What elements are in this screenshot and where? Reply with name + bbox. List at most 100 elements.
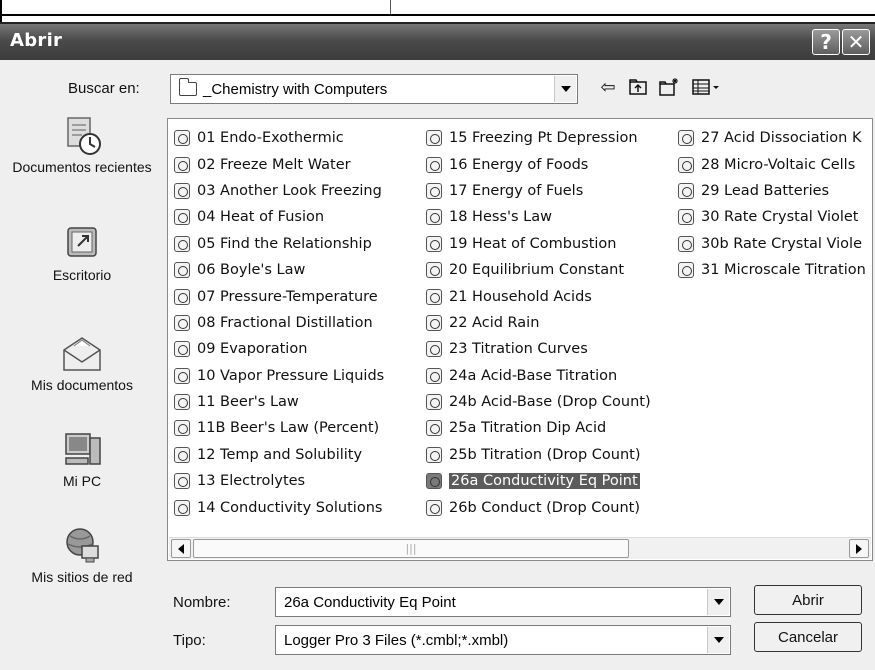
list-item[interactable]: 16 Energy of Foods bbox=[426, 151, 651, 177]
list-item[interactable]: 09 Evaporation bbox=[174, 336, 384, 362]
list-item[interactable]: 03 Another Look Freezing bbox=[174, 178, 384, 204]
filename-value: 26a Conductivity Eq Point bbox=[284, 594, 456, 611]
list-item[interactable]: 04 Heat of Fusion bbox=[174, 204, 384, 230]
list-item[interactable]: 13 Electrolytes bbox=[174, 468, 384, 494]
open-file-dialog: Abrir ? ✕ Buscar en: _Chemistry with Com… bbox=[0, 22, 875, 670]
list-item[interactable]: 24b Acid-Base (Drop Count) bbox=[426, 389, 651, 415]
file-name: 09 Evaporation bbox=[197, 341, 308, 358]
file-name: 19 Heat of Combustion bbox=[449, 235, 617, 252]
chevron-left-icon bbox=[178, 543, 184, 554]
list-item[interactable]: 07 Pressure-Temperature bbox=[174, 283, 384, 309]
place-label-recent: Documentos recientes bbox=[12, 159, 152, 175]
close-button[interactable]: ✕ bbox=[842, 29, 870, 55]
lookin-dropdown-button[interactable] bbox=[554, 76, 576, 102]
help-button[interactable]: ? bbox=[812, 29, 840, 55]
view-menu-svg bbox=[692, 79, 719, 95]
scroll-thumb[interactable]: ||| bbox=[193, 539, 629, 558]
list-item[interactable]: 01 Endo-Exothermic bbox=[174, 125, 384, 151]
cancel-button-label: Cancelar bbox=[777, 628, 839, 646]
lookin-combo[interactable]: _Chemistry with Computers bbox=[170, 74, 578, 104]
logger-pro-file-icon bbox=[426, 182, 442, 199]
list-item[interactable]: 30 Rate Crystal Violet bbox=[678, 204, 872, 230]
filename-combo[interactable]: 26a Conductivity Eq Point bbox=[275, 587, 731, 617]
scroll-left-button[interactable] bbox=[171, 539, 191, 558]
logger-pro-file-icon bbox=[174, 394, 190, 411]
logger-pro-file-icon bbox=[678, 182, 694, 199]
my-documents-icon bbox=[60, 332, 104, 372]
list-item[interactable]: 05 Find the Relationship bbox=[174, 231, 384, 257]
list-item[interactable]: 11 Beer's Law bbox=[174, 389, 384, 415]
list-item[interactable]: 17 Energy of Fuels bbox=[426, 178, 651, 204]
list-item[interactable]: 28 Micro-Voltaic Cells bbox=[678, 151, 872, 177]
list-item[interactable]: 12 Temp and Solubility bbox=[174, 442, 384, 468]
list-item[interactable]: 31 Microscale Titration bbox=[678, 257, 872, 283]
file-name: 11 Beer's Law bbox=[197, 394, 299, 411]
file-column-2: 15 Freezing Pt Depression 16 Energy of F… bbox=[426, 125, 651, 521]
list-item[interactable]: 18 Hess's Law bbox=[426, 204, 651, 230]
file-name: 25a Titration Dip Acid bbox=[449, 420, 607, 437]
place-desktop[interactable]: Escritorio bbox=[6, 222, 158, 284]
place-label-network: Mis sitios de red bbox=[31, 569, 133, 585]
list-item[interactable]: 20 Equilibrium Constant bbox=[426, 257, 651, 283]
open-button[interactable]: Abrir bbox=[754, 585, 862, 615]
file-name: 30b Rate Crystal Viole bbox=[701, 235, 863, 252]
place-my-documents[interactable]: Mis documentos bbox=[6, 332, 158, 394]
up-folder-icon[interactable] bbox=[627, 77, 649, 99]
file-name: 25b Titration (Drop Count) bbox=[449, 446, 641, 463]
place-recent-documents[interactable]: Documentos recientes bbox=[6, 114, 158, 176]
logger-pro-file-icon bbox=[426, 130, 442, 147]
back-icon[interactable]: ⇦ bbox=[597, 77, 619, 99]
file-name: 26b Conduct (Drop Count) bbox=[449, 499, 640, 516]
filename-label: Nombre: bbox=[173, 594, 231, 611]
view-menu-icon[interactable] bbox=[690, 77, 724, 99]
list-item[interactable]: 22 Acid Rain bbox=[426, 310, 651, 336]
chevron-down-icon bbox=[560, 86, 571, 92]
background-edge-bar bbox=[0, 14, 875, 16]
place-network[interactable]: Mis sitios de red bbox=[6, 524, 158, 586]
cancel-button[interactable]: Cancelar bbox=[754, 622, 862, 652]
logger-pro-file-icon bbox=[426, 262, 442, 279]
recent-documents-icon bbox=[60, 114, 104, 155]
new-folder-icon[interactable] bbox=[658, 77, 680, 99]
list-item[interactable]: 29 Lead Batteries bbox=[678, 178, 872, 204]
list-item[interactable]: 14 Conductivity Solutions bbox=[174, 494, 384, 520]
desktop-icon bbox=[60, 222, 104, 262]
filetype-combo[interactable]: Logger Pro 3 Files (*.cmbl;*.xmbl) bbox=[275, 625, 731, 655]
logger-pro-file-icon bbox=[174, 182, 190, 199]
list-item[interactable]: 08 Fractional Distillation bbox=[174, 310, 384, 336]
list-item[interactable]: 26b Conduct (Drop Count) bbox=[426, 494, 651, 520]
place-my-computer[interactable]: Mi PC bbox=[6, 428, 158, 490]
logger-pro-file-icon bbox=[426, 499, 442, 516]
title-bar[interactable]: Abrir ? ✕ bbox=[0, 22, 875, 60]
file-list[interactable]: 01 Endo-Exothermic 02 Freeze Melt Water … bbox=[167, 118, 873, 561]
list-item[interactable]: 11B Beer's Law (Percent) bbox=[174, 415, 384, 441]
list-item[interactable]: 23 Titration Curves bbox=[426, 336, 651, 362]
logger-pro-file-icon bbox=[426, 367, 442, 384]
list-item[interactable]: 25a Titration Dip Acid bbox=[426, 415, 651, 441]
list-item[interactable]: 10 Vapor Pressure Liquids bbox=[174, 363, 384, 389]
logger-pro-file-icon bbox=[174, 262, 190, 279]
my-computer-icon bbox=[60, 428, 104, 468]
list-item-selected[interactable]: 26a Conductivity Eq Point bbox=[426, 468, 651, 494]
list-item[interactable]: 19 Heat of Combustion bbox=[426, 231, 651, 257]
scroll-right-button[interactable] bbox=[849, 539, 869, 558]
filename-dropdown-button[interactable] bbox=[707, 589, 729, 615]
list-item[interactable]: 27 Acid Dissociation K bbox=[678, 125, 872, 151]
file-name: 24b Acid-Base (Drop Count) bbox=[449, 394, 651, 411]
list-item[interactable]: 30b Rate Crystal Viole bbox=[678, 231, 872, 257]
file-name: 29 Lead Batteries bbox=[701, 182, 830, 199]
lookin-value: _Chemistry with Computers bbox=[203, 81, 388, 98]
file-name: 11B Beer's Law (Percent) bbox=[197, 420, 380, 437]
horizontal-scrollbar[interactable]: ||| bbox=[169, 537, 871, 559]
list-item[interactable]: 25b Titration (Drop Count) bbox=[426, 442, 651, 468]
lookin-label: Buscar en: bbox=[68, 80, 140, 97]
list-item[interactable]: 24a Acid-Base Titration bbox=[426, 363, 651, 389]
list-item[interactable]: 06 Boyle's Law bbox=[174, 257, 384, 283]
list-item[interactable]: 21 Household Acids bbox=[426, 283, 651, 309]
list-item[interactable]: 02 Freeze Melt Water bbox=[174, 151, 384, 177]
filetype-dropdown-button[interactable] bbox=[707, 627, 729, 653]
logger-pro-file-icon bbox=[174, 235, 190, 252]
list-item[interactable]: 15 Freezing Pt Depression bbox=[426, 125, 651, 151]
chevron-down-icon bbox=[713, 599, 724, 605]
my-computer-svg bbox=[65, 433, 101, 465]
